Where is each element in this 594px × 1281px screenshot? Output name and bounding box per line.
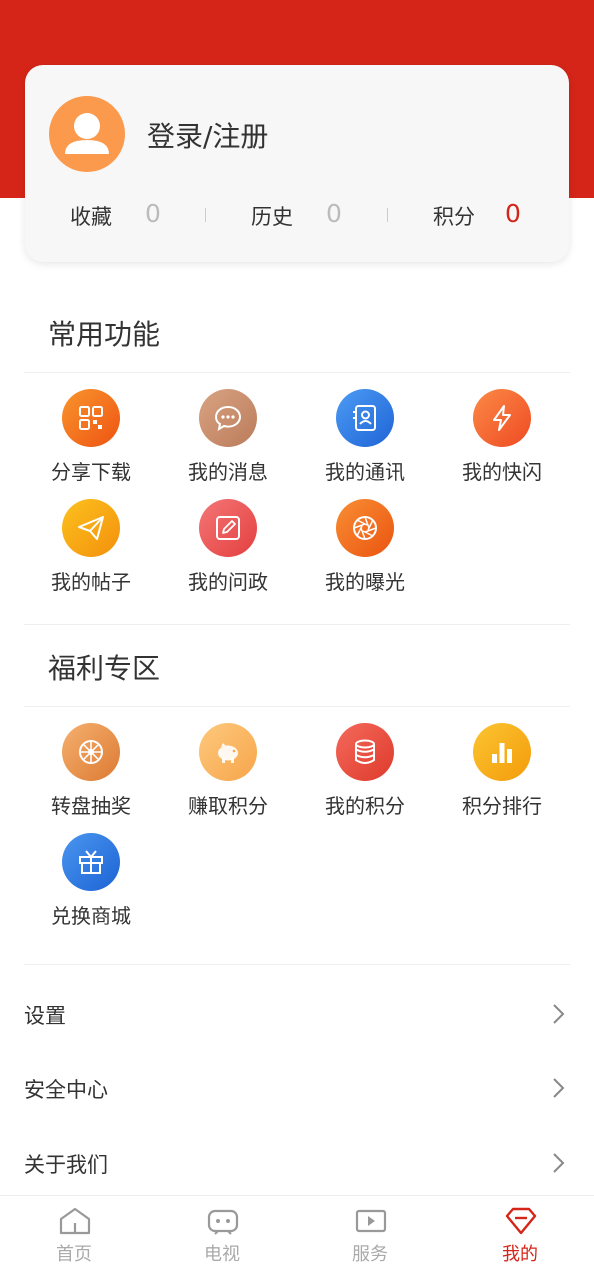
divider <box>24 624 570 625</box>
history-stat[interactable]: 历史 0 <box>251 199 342 235</box>
my-posts-item[interactable]: 我的帖子 <box>25 499 155 599</box>
lucky-wheel-label: 转盘抽奖 <box>51 794 131 818</box>
history-count: 0 <box>326 199 342 228</box>
security-center-label: 安全中心 <box>24 1078 108 1102</box>
my-exposure-label: 我的曝光 <box>325 570 405 594</box>
my-points-item[interactable]: 我的积分 <box>299 723 429 823</box>
tab-tv[interactable]: 电视 <box>148 1196 296 1281</box>
login-register-link[interactable]: 登录/注册 <box>147 115 268 155</box>
points-count: 0 <box>505 199 521 228</box>
lucky-wheel-item[interactable]: 转盘抽奖 <box>25 723 155 823</box>
points-ranking-label: 积分排行 <box>462 794 542 818</box>
history-label: 历史 <box>251 205 293 229</box>
gift-icon <box>62 833 120 891</box>
tab-home-label: 首页 <box>56 1244 92 1265</box>
share-download-item[interactable]: 分享下载 <box>25 389 155 489</box>
tab-service-label: 服务 <box>352 1244 388 1265</box>
stat-divider <box>205 208 206 222</box>
my-contacts-label: 我的通讯 <box>325 460 405 484</box>
my-flash-label: 我的快闪 <box>462 460 542 484</box>
tab-mine[interactable]: 我的 <box>446 1196 594 1281</box>
my-flash-item[interactable]: 我的快闪 <box>436 389 566 489</box>
favorites-stat[interactable]: 收藏 0 <box>70 199 161 235</box>
points-ranking-item[interactable]: 积分排行 <box>436 723 566 823</box>
paper-plane-icon <box>62 499 120 557</box>
menu-row-about-us[interactable]: 关于我们 <box>0 1133 594 1193</box>
my-exposure-item[interactable]: 我的曝光 <box>299 499 429 599</box>
favorites-count: 0 <box>145 199 161 228</box>
common-functions-title: 常用功能 <box>48 318 161 351</box>
points-stat[interactable]: 积分 0 <box>433 199 521 235</box>
edit-icon <box>199 499 257 557</box>
divider <box>24 372 570 373</box>
my-inquiry-item[interactable]: 我的问政 <box>162 499 292 599</box>
settings-label: 设置 <box>24 1004 66 1028</box>
chat-bubble-icon <box>199 389 257 447</box>
aperture-icon <box>336 499 394 557</box>
contacts-icon <box>336 389 394 447</box>
diamond-icon <box>505 1207 537 1235</box>
qr-code-icon <box>62 389 120 447</box>
exchange-mall-label: 兑换商城 <box>51 904 131 928</box>
my-messages-item[interactable]: 我的消息 <box>162 389 292 489</box>
my-posts-label: 我的帖子 <box>51 570 131 594</box>
chevron-right-icon <box>553 1004 565 1024</box>
my-points-label: 我的积分 <box>325 794 405 818</box>
share-download-label: 分享下载 <box>51 460 131 484</box>
earn-points-item[interactable]: 赚取积分 <box>162 723 292 823</box>
play-screen-icon <box>355 1209 387 1233</box>
chevron-right-icon <box>553 1153 565 1173</box>
points-label: 积分 <box>433 205 475 229</box>
divider <box>24 964 570 965</box>
wheel-icon <box>62 723 120 781</box>
favorites-label: 收藏 <box>70 205 112 229</box>
my-contacts-item[interactable]: 我的通讯 <box>299 389 429 489</box>
home-icon <box>59 1207 91 1235</box>
tab-home[interactable]: 首页 <box>0 1196 148 1281</box>
lightning-icon <box>473 389 531 447</box>
bar-chart-icon <box>473 723 531 781</box>
exchange-mall-item[interactable]: 兑换商城 <box>25 833 155 933</box>
tab-mine-label: 我的 <box>502 1244 538 1265</box>
piggy-bank-icon <box>199 723 257 781</box>
my-messages-label: 我的消息 <box>188 460 268 484</box>
stat-divider <box>387 208 388 222</box>
tab-service[interactable]: 服务 <box>296 1196 444 1281</box>
menu-row-settings[interactable]: 设置 <box>0 984 594 1044</box>
tv-icon <box>207 1209 239 1235</box>
menu-row-security-center[interactable]: 安全中心 <box>0 1058 594 1118</box>
divider <box>24 706 570 707</box>
profile-card: 登录/注册 收藏 0 历史 0 积分 0 <box>25 65 569 262</box>
chevron-right-icon <box>553 1078 565 1098</box>
coins-icon <box>336 723 394 781</box>
welfare-zone-title: 福利专区 <box>48 652 161 685</box>
bottom-tab-bar: 首页 电视 服务 我的 <box>0 1195 594 1281</box>
my-inquiry-label: 我的问政 <box>188 570 268 594</box>
avatar-icon[interactable] <box>49 96 125 172</box>
about-us-label: 关于我们 <box>24 1153 108 1177</box>
earn-points-label: 赚取积分 <box>188 794 268 818</box>
tab-tv-label: 电视 <box>204 1244 240 1265</box>
